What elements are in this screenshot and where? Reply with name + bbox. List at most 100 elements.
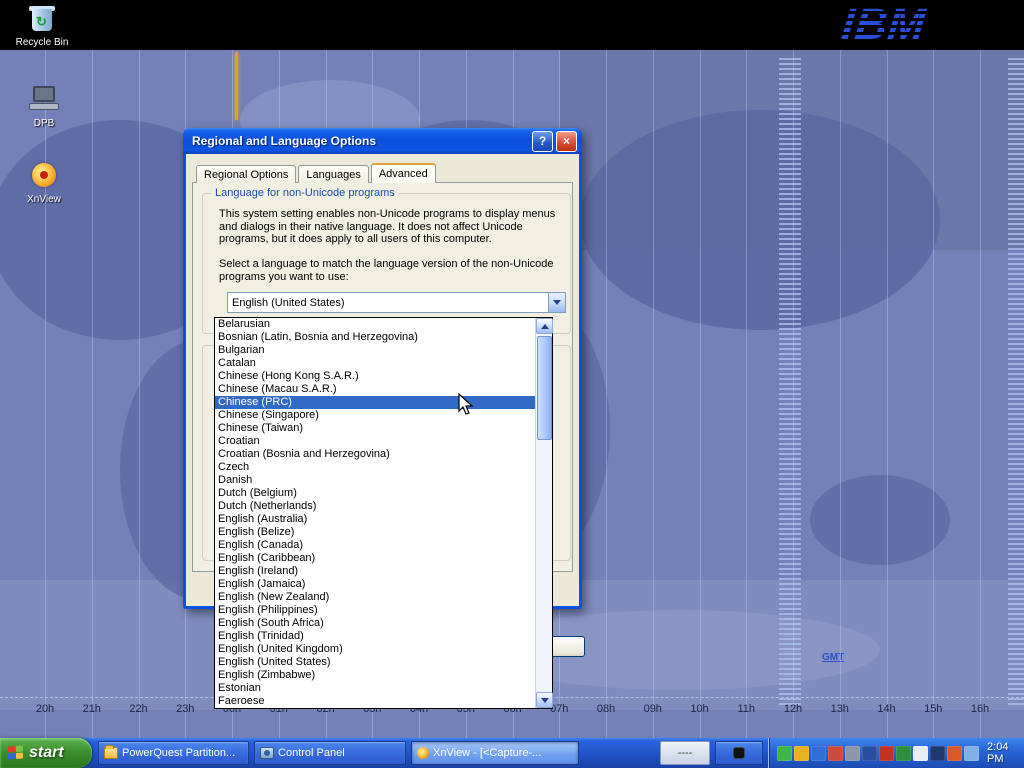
tray-icon-white[interactable]: [913, 746, 928, 761]
desktop-icon-label: Recycle Bin: [10, 37, 74, 48]
desktop-icon-dpb[interactable]: DPB: [12, 84, 76, 129]
desktop-icon-label: XnView: [12, 194, 76, 205]
help-button[interactable]: ?: [532, 131, 553, 152]
desktop: GMT 20h21h22h23h00h01h02h03h04h05h06h07h…: [0, 0, 1024, 768]
language-option[interactable]: Czech: [215, 461, 535, 474]
language-option[interactable]: Chinese (PRC): [215, 396, 535, 409]
hour-label: 11h: [737, 703, 755, 715]
taskbar-button[interactable]: ----: [660, 741, 710, 765]
mouse-cursor: [458, 393, 478, 417]
groupbox-title: Language for non-Unicode programs: [211, 187, 399, 199]
taskbar-button-label: PowerQuest Partition...: [122, 747, 235, 759]
task-button-area: PowerQuest Partition... Control PanelXnVi…: [98, 738, 768, 768]
language-option[interactable]: Croatian (Bosnia and Herzegovina): [215, 448, 535, 461]
tray-icon-lightblue[interactable]: [964, 746, 979, 761]
language-option[interactable]: Bulgarian: [215, 344, 535, 357]
tray-icon-navy[interactable]: [930, 746, 945, 761]
taskbar-button[interactable]: Control Panel: [254, 741, 406, 765]
taskbar-button[interactable]: XnView - [<Capture-...: [411, 741, 579, 765]
hour-label: 12h: [784, 703, 802, 715]
hour-label: 21h: [83, 703, 101, 715]
tray-icon-darkblue[interactable]: [862, 746, 877, 761]
language-option[interactable]: English (Canada): [215, 539, 535, 552]
language-option[interactable]: English (Philippines): [215, 604, 535, 617]
language-option[interactable]: Croatian: [215, 435, 535, 448]
taskbar: start PowerQuest Partition... Control Pan…: [0, 738, 1024, 768]
folder-icon: [104, 747, 118, 759]
taskbar-button[interactable]: PowerQuest Partition...: [98, 741, 249, 765]
language-dropdown: BelarusianBosnian (Latin, Bosnia and Her…: [214, 317, 553, 709]
language-listbox: BelarusianBosnian (Latin, Bosnia and Her…: [215, 318, 535, 708]
language-option[interactable]: Faeroese: [215, 695, 535, 708]
title-bar[interactable]: Regional and Language Options ? ×: [183, 128, 582, 154]
language-option[interactable]: Estonian: [215, 682, 535, 695]
dropdown-scrollbar[interactable]: [535, 318, 552, 708]
timezone-line: [45, 50, 46, 738]
chevron-down-icon: [553, 300, 561, 305]
hour-label: 09h: [644, 703, 662, 715]
close-button[interactable]: ×: [556, 131, 577, 152]
tray-icon-blue[interactable]: [811, 746, 826, 761]
language-option[interactable]: English (United Kingdom): [215, 643, 535, 656]
timezone-line: [933, 50, 934, 738]
language-groupbox: Language for non-Unicode programs This s…: [202, 193, 571, 334]
system-tray: 2:04 PM: [768, 738, 1024, 768]
tray-icon-green2[interactable]: [896, 746, 911, 761]
scroll-up-button[interactable]: [536, 318, 553, 334]
language-option[interactable]: Chinese (Hong Kong S.A.R.): [215, 370, 535, 383]
desktop-icon-recycle-bin[interactable]: ↻ Recycle Bin: [10, 3, 74, 48]
start-button[interactable]: start: [0, 738, 92, 768]
taskbar-spacer: [584, 753, 660, 754]
laptop-icon: [27, 84, 61, 116]
windows-flag-icon: [8, 745, 24, 760]
taskbar-clock: 2:04 PM: [987, 741, 1014, 765]
language-option[interactable]: English (Ireland): [215, 565, 535, 578]
hour-label: 13h: [831, 703, 849, 715]
tab-regional-options[interactable]: Regional Options: [196, 165, 296, 183]
tray-icon-green[interactable]: [777, 746, 792, 761]
scrollbar-thumb[interactable]: [537, 336, 552, 440]
language-combobox[interactable]: English (United States): [227, 292, 566, 313]
hour-label: 15h: [924, 703, 942, 715]
language-option[interactable]: English (Australia): [215, 513, 535, 526]
language-option[interactable]: Bosnian (Latin, Bosnia and Herzegovina): [215, 331, 535, 344]
language-option[interactable]: English (Zimbabwe): [215, 669, 535, 682]
scroll-down-button[interactable]: [536, 692, 553, 708]
language-option[interactable]: Catalan: [215, 357, 535, 370]
language-option[interactable]: Chinese (Singapore): [215, 409, 535, 422]
language-option[interactable]: English (Trinidad): [215, 630, 535, 643]
timezone-line: [887, 50, 888, 738]
hour-label: 10h: [690, 703, 708, 715]
language-option[interactable]: Dutch (Belgium): [215, 487, 535, 500]
language-option[interactable]: Dutch (Netherlands): [215, 500, 535, 513]
tray-icon-red2[interactable]: [879, 746, 894, 761]
language-option[interactable]: Chinese (Macau S.A.R.): [215, 383, 535, 396]
hour-label: 22h: [129, 703, 147, 715]
language-option[interactable]: English (United States): [215, 656, 535, 669]
language-option[interactable]: English (Jamaica): [215, 578, 535, 591]
tray-icon-gray[interactable]: [845, 746, 860, 761]
combobox-dropdown-button[interactable]: [548, 293, 565, 312]
language-option[interactable]: English (Belize): [215, 526, 535, 539]
tab-languages[interactable]: Languages: [298, 165, 368, 183]
desktop-icon-xnview[interactable]: XnView: [12, 160, 76, 205]
language-option[interactable]: English (South Africa): [215, 617, 535, 630]
top-black-band: IBM: [0, 0, 1024, 50]
control-panel-icon: [260, 747, 274, 759]
language-option[interactable]: Belarusian: [215, 318, 535, 331]
taskbar-button[interactable]: [715, 741, 763, 765]
xnview-icon: [27, 160, 61, 192]
start-button-label: start: [29, 744, 64, 762]
tray-icon-red3[interactable]: [947, 746, 962, 761]
timezone-line: [700, 50, 701, 738]
language-option[interactable]: Danish: [215, 474, 535, 487]
tray-icon-yellow[interactable]: [794, 746, 809, 761]
hour-label: 16h: [971, 703, 989, 715]
timezone-line: [139, 50, 140, 738]
tab-advanced[interactable]: Advanced: [371, 163, 436, 183]
tray-icon-red[interactable]: [828, 746, 843, 761]
language-option[interactable]: English (Caribbean): [215, 552, 535, 565]
language-option[interactable]: Chinese (Taiwan): [215, 422, 535, 435]
chevron-down-icon: [541, 698, 549, 703]
language-option[interactable]: English (New Zealand): [215, 591, 535, 604]
